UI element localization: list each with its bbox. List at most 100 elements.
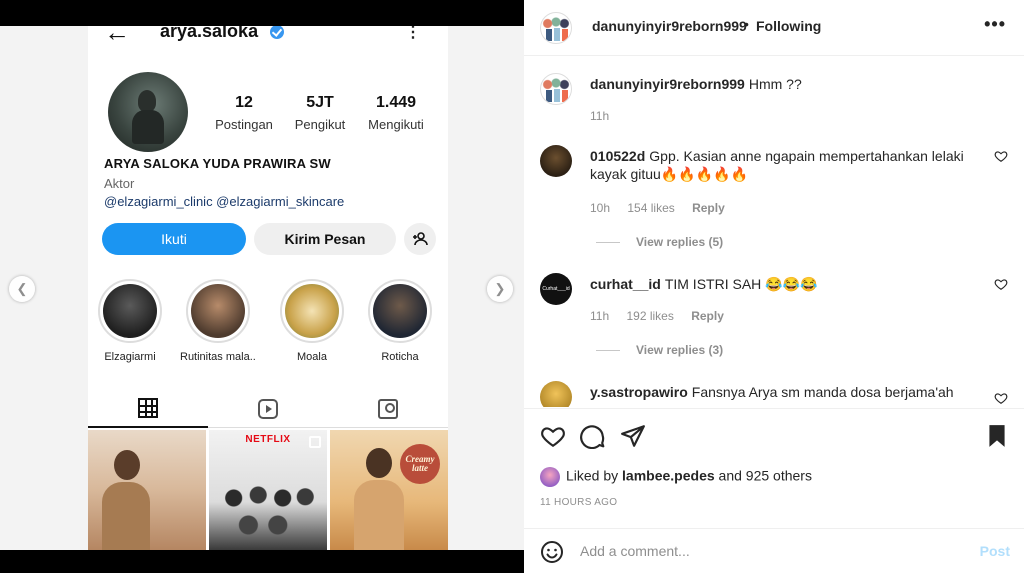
add-comment-input[interactable] [580, 539, 960, 563]
comment-username[interactable]: 010522d [590, 148, 645, 164]
view-replies-button[interactable]: View replies (5) [596, 235, 723, 249]
owner-avatar[interactable] [540, 12, 572, 44]
caption: danunyinyir9reborn999 Hmm ?? 11h [540, 73, 1010, 133]
comment-text: y.sastropawiro Fansnya Arya sm manda dosa… [590, 383, 990, 401]
stat-followers: 5JT Pengikut [280, 94, 360, 132]
post-comment-button[interactable]: Post [980, 543, 1010, 559]
follow-button: Ikuti [102, 223, 246, 255]
following-button[interactable]: Following [756, 18, 821, 34]
heart-icon[interactable] [994, 277, 1008, 291]
comments-list[interactable]: danunyinyir9reborn999 Hmm ?? 11h 010522d G… [524, 57, 1024, 407]
more-vertical-icon: ⋮ [405, 26, 421, 41]
highlight-image [103, 284, 157, 338]
caption-body: Hmm ?? [748, 76, 802, 92]
liked-by-prefix: Liked by [566, 467, 619, 484]
screenshot-image: ← arya.saloka ⋮ 12 Postingan 5JT Pengiku… [0, 26, 524, 550]
reply-button[interactable]: Reply [692, 201, 725, 215]
highlight-image [191, 284, 245, 338]
post-timestamp[interactable]: 11 HOURS AGO [540, 497, 617, 508]
highlight-image [373, 284, 427, 338]
liked-by-user[interactable]: lambee.pedes [622, 468, 715, 484]
add-user-icon [404, 223, 436, 255]
tab-tagged [328, 390, 448, 428]
comment-item: Curhat___id curhat__id TIM ISTRI SAH 😂😂😂 … [540, 273, 1010, 373]
caption-time[interactable]: 11h [590, 109, 609, 123]
stat-label: Pengikut [294, 117, 346, 132]
profile-links: @elzagiarmi_clinic @elzagiarmi_skincare [104, 194, 345, 209]
comment-bubble-icon[interactable] [580, 423, 606, 449]
comment-item: y.sastropawiro Fansnya Arya sm manda dosa… [540, 381, 1010, 407]
comment-avatar[interactable]: Curhat___id [540, 273, 572, 305]
stat-value: 5JT [306, 94, 334, 111]
grid-post-image: NETFLIX [209, 430, 327, 550]
add-comment-bar: Post [524, 528, 1024, 573]
stat-following: 1.449 Mengikuti [356, 94, 436, 132]
owner-username[interactable]: danunyinyir9reborn999 [592, 18, 747, 34]
comment-avatar[interactable] [540, 381, 572, 407]
post-actions: Liked by lambee.pedes and 925 others 11 … [524, 408, 1024, 528]
caption-text: danunyinyir9reborn999 Hmm ?? [590, 75, 990, 93]
avatar-label: Curhat___id [542, 286, 570, 292]
profile-header: ← arya.saloka ⋮ [88, 26, 448, 46]
comment-time[interactable]: 10h [590, 201, 610, 215]
comment-text: 010522d Gpp. Kasian anne ngapain memperta… [590, 147, 990, 183]
heart-icon[interactable] [994, 149, 1008, 163]
highlight-caption: Roticha [381, 351, 419, 363]
comment-username[interactable]: y.sastropawiro [590, 384, 688, 400]
comment-meta: 11h 192 likes Reply [590, 309, 738, 323]
comment-meta: 10h 154 likes Reply [590, 201, 739, 215]
separator-dot: • [744, 16, 749, 32]
stat-value: 12 [235, 94, 253, 111]
post-header: danunyinyir9reborn999 • Following ••• [524, 0, 1024, 56]
more-options-icon[interactable]: ••• [984, 14, 1006, 35]
heart-icon[interactable] [994, 391, 1008, 405]
tab-reels [208, 390, 328, 428]
comment-item: 010522d Gpp. Kasian anne ngapain memperta… [540, 145, 1010, 255]
post-sidebar: danunyinyir9reborn999 • Following ••• da… [524, 0, 1024, 573]
previous-arrow-icon[interactable]: ❮ [9, 276, 35, 302]
emoji-icon[interactable] [540, 540, 564, 564]
tagged-icon [378, 399, 398, 419]
view-replies-button[interactable]: View replies (3) [596, 343, 723, 357]
comment-body: TIM ISTRI SAH 😂😂😂 [664, 276, 818, 292]
liked-by-suffix[interactable]: and 925 others [719, 468, 812, 484]
message-button: Kirim Pesan [254, 223, 396, 255]
highlight-caption: Elzagiarmi [104, 351, 156, 363]
reply-button[interactable]: Reply [691, 309, 724, 323]
tab-grid [88, 390, 208, 428]
highlight-item: Moala [274, 279, 350, 363]
reels-icon [258, 399, 278, 419]
brand-logo: Creamy latte [400, 444, 440, 484]
highlight-caption: Rutinitas mala... [180, 351, 256, 363]
multi-post-icon [309, 436, 321, 448]
caption-avatar[interactable] [540, 73, 572, 105]
comment-avatar[interactable] [540, 145, 572, 177]
liked-by-avatar[interactable] [540, 467, 560, 487]
comment-text: curhat__id TIM ISTRI SAH 😂😂😂 [590, 275, 990, 293]
next-arrow-icon[interactable]: ❯ [487, 276, 513, 302]
grid-post-image [88, 430, 206, 550]
comment-likes[interactable]: 192 likes [626, 309, 673, 323]
stat-label: Mengikuti [368, 117, 424, 132]
comment-likes[interactable]: 154 likes [627, 201, 674, 215]
grid-icon [138, 398, 158, 418]
post-media: ← arya.saloka ⋮ 12 Postingan 5JT Pengiku… [0, 0, 524, 573]
comment-time[interactable]: 11h [590, 309, 609, 323]
like-heart-icon[interactable] [540, 423, 566, 449]
back-arrow-icon: ← [104, 26, 130, 47]
highlight-caption: Moala [297, 351, 327, 363]
profile-tabs [88, 390, 448, 428]
highlight-item: Roticha [362, 279, 438, 363]
save-bookmark-icon[interactable] [984, 423, 1010, 449]
comment-body: Gpp. Kasian anne ngapain mempertahankan … [590, 148, 964, 182]
comment-username[interactable]: curhat__id [590, 276, 661, 292]
profile-fullname: ARYA SALOKA YUDA PRAWIRA SW [104, 156, 331, 171]
caption-username[interactable]: danunyinyir9reborn999 [590, 76, 745, 92]
profile-username: arya.saloka [160, 26, 259, 41]
stat-label: Postingan [215, 117, 273, 132]
stat-posts: 12 Postingan [204, 94, 284, 132]
profile-screenshot: ← arya.saloka ⋮ 12 Postingan 5JT Pengiku… [88, 26, 448, 550]
share-send-icon[interactable] [620, 423, 646, 449]
profile-avatar [108, 72, 188, 152]
liked-by: Liked by lambee.pedes and 925 others [540, 467, 812, 487]
